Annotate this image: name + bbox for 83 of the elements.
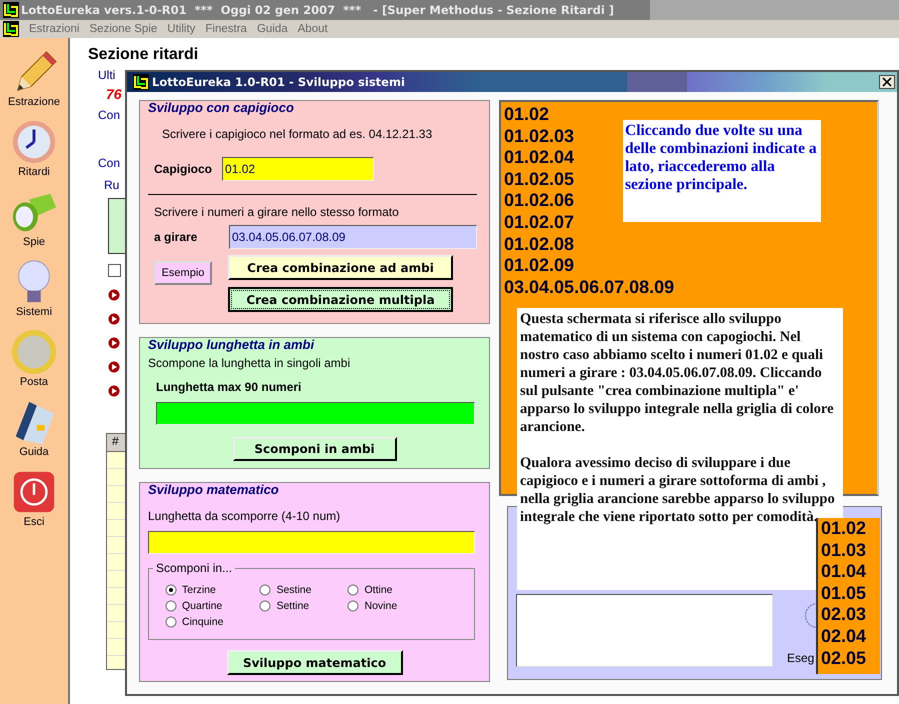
radio-button[interactable]: [165, 600, 177, 612]
menu-item[interactable]: Estrazioni: [29, 23, 80, 35]
radio-label: Terzine: [182, 584, 216, 596]
panel-legend: Sviluppo lunghetta in ambi: [146, 337, 316, 352]
combination-item[interactable]: 03.04.05.06.07.08.09: [504, 276, 674, 298]
number-text: 76: [106, 86, 123, 102]
radio-button[interactable]: [259, 584, 272, 596]
create-button[interactable]: Crea combinazione ad ambi: [228, 255, 453, 280]
button-label: Eseg: [787, 651, 814, 665]
develop-button[interactable]: Sviluppo matematico: [226, 650, 402, 675]
radio-label: Sestine: [276, 584, 312, 596]
combination-item[interactable]: 01.02.09: [504, 255, 574, 277]
checkbox[interactable]: [108, 264, 121, 277]
radio-button[interactable]: [347, 584, 360, 596]
close-icon[interactable]: [879, 75, 895, 89]
field-label: Capigioco: [154, 162, 212, 176]
menu-item[interactable]: Finestra: [205, 23, 247, 35]
hint-text: Scrivere i numeri a girare nello stesso formato: [154, 205, 400, 219]
combination-item[interactable]: 01.05: [821, 582, 880, 604]
dialog-title: LottoEureka 1.0-R01 - Sviluppo sistemi: [152, 75, 405, 89]
sidebar-label: Sistemi: [16, 306, 52, 318]
play-icon[interactable]: [108, 385, 120, 397]
play-icon[interactable]: [108, 361, 120, 373]
input-field[interactable]: [148, 531, 475, 554]
combination-item[interactable]: 02.03: [821, 604, 880, 626]
radio-button[interactable]: [347, 600, 360, 612]
combination-item[interactable]: 01.02.07: [504, 212, 574, 234]
menu-item[interactable]: Sezione Spie: [90, 23, 158, 35]
play-icon[interactable]: [108, 313, 120, 325]
note-paragraph: Questa schermata si riferisce allo sviluppo matematico di un sistema con capogiochi. Nel nostro caso abbiamo scelto i numeri 01.02 e quali numeri a girare : 03.04.05.06.07.08.09. Cliccando sul pulsante "crea combinazione multipla" e' apparso lo sviluppo integrale nella griglia di colore arancione.: [520, 310, 835, 436]
sidebar-label: Ritardi: [18, 166, 50, 178]
combination-item[interactable]: 01.03: [821, 540, 880, 562]
combination-item[interactable]: 01.02.06: [504, 190, 574, 212]
radio-label: Novine: [364, 600, 398, 612]
logo-icon: [133, 74, 149, 90]
radio-label: Cinquine: [182, 616, 224, 628]
group-legend: Ru: [104, 178, 130, 192]
note-text: Cliccando due volte su una delle combinazioni indicate a lato, riaccederemo alla sezione principale.: [623, 120, 821, 222]
combination-item[interactable]: 02.05: [821, 648, 880, 670]
combination-item[interactable]: 01.02.04: [504, 147, 574, 169]
field-label: a girare: [154, 230, 198, 244]
menu-item[interactable]: Guida: [256, 23, 288, 35]
hint-text: Scompone la lunghetta in singoli ambi: [148, 356, 352, 370]
logo-icon: [3, 2, 19, 18]
field-label: Lunghetta da scomporre (4-10 num): [148, 509, 342, 523]
radio-button[interactable]: [165, 616, 177, 628]
window-title: LottoEureka vers.1-0-R01 *** Oggi 02 gen 2007 *** - [Super Methodus - Sezione Ritardi ]: [21, 3, 614, 17]
radio-button[interactable]: [259, 600, 272, 612]
field-label: Lunghetta max 90 numeri: [156, 380, 302, 394]
sidebar-label: Spie: [22, 236, 46, 248]
panel-legend: Sviluppo con capigioco: [146, 100, 296, 115]
combination-item[interactable]: 01.04: [821, 561, 880, 583]
radio-label: Settine: [276, 600, 310, 612]
group-legend: Scomponi in...: [153, 561, 236, 575]
sidebar-label: Posta: [20, 376, 48, 388]
logo-icon: [3, 21, 19, 37]
panel-legend: Sviluppo matematico: [146, 482, 281, 497]
sidebar-label: Guida: [19, 446, 49, 458]
sidebar-label: Esci: [24, 516, 44, 528]
menu-item[interactable]: About: [298, 23, 328, 35]
menu-item[interactable]: Utility: [167, 23, 196, 35]
label-text: Con: [98, 108, 122, 122]
combination-item[interactable]: 01.02.03: [504, 126, 574, 148]
input-field[interactable]: [156, 402, 475, 425]
sidebar-label: Estrazione: [8, 96, 60, 108]
combination-item[interactable]: 01.02.08: [504, 234, 574, 256]
radio-label: Ottine: [364, 584, 392, 596]
radio-button[interactable]: [165, 584, 177, 596]
clock-icon[interactable]: [10, 118, 58, 166]
hint-text: Scrivere i capigioco nel formato ad es. 04.12.21.33: [162, 127, 434, 141]
radio-label: Quartine: [182, 600, 222, 612]
play-icon[interactable]: [108, 337, 120, 349]
group-legend: Ulti: [98, 68, 130, 82]
combination-item[interactable]: 02.04: [821, 626, 880, 648]
create-button[interactable]: Crea combinazione multipla: [228, 287, 453, 312]
combination-item[interactable]: 01.02.05: [504, 168, 574, 190]
split-button[interactable]: Scomponi in ambi: [232, 437, 396, 461]
example-button[interactable]: Esempio: [154, 261, 212, 285]
label-text: Con: [98, 156, 122, 170]
input-field[interactable]: 01.02: [222, 157, 374, 181]
input-field[interactable]: 03.04.05.06.07.08.09: [229, 225, 477, 249]
play-icon[interactable]: [108, 289, 120, 301]
combination-item[interactable]: 01.02: [504, 104, 550, 126]
